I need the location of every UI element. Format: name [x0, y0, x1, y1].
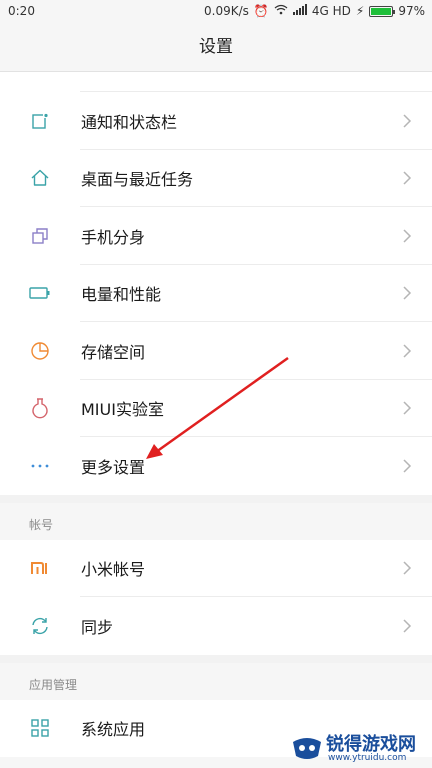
setting-battery-performance[interactable]: 电量和性能 [0, 264, 432, 322]
setting-storage[interactable]: 存储空间 [0, 322, 432, 380]
chevron-right-icon [403, 171, 412, 185]
setting-label: 桌面与最近任务 [81, 170, 194, 190]
list-item-partial[interactable] [0, 72, 432, 92]
setting-second-space[interactable]: 手机分身 [0, 207, 432, 265]
page-title: 设置 [199, 37, 233, 57]
chevron-right-icon [403, 619, 412, 633]
setting-label: 系统应用 [81, 720, 146, 740]
status-right: 0.09K/s ⏰ 4G HD ⚡ 97% [204, 4, 425, 18]
setting-miui-lab[interactable]: MIUI实验室 [0, 379, 432, 437]
clone-icon [24, 220, 56, 252]
section-gap [0, 654, 432, 663]
setting-label: 更多设置 [81, 457, 146, 477]
storage-pie-icon [24, 335, 56, 367]
chevron-right-icon [403, 229, 412, 243]
chevron-right-icon [403, 286, 412, 300]
battery-percent: 97% [398, 4, 425, 18]
section-header-account: 帐号 [0, 502, 432, 540]
setting-sync[interactable]: 同步 [0, 597, 432, 655]
section-gap [0, 494, 432, 503]
settings-list: 通知和状态栏 桌面与最近任务 手机分身 电量和性能 存储空间 MIUI实验室 更… [0, 72, 432, 757]
network-type: 4G HD [311, 4, 351, 18]
grid-apps-icon [24, 712, 56, 744]
setting-label: 存储空间 [81, 342, 146, 362]
title-bar: 设置 [0, 24, 432, 72]
chevron-right-icon [403, 114, 412, 128]
section-header-apps: 应用管理 [0, 662, 432, 700]
home-icon [24, 162, 56, 194]
signal-icon [292, 4, 307, 18]
alarm-icon: ⏰ [253, 4, 269, 18]
setting-notifications[interactable]: 通知和状态栏 [0, 92, 432, 150]
status-time: 0:20 [8, 4, 35, 18]
account-group: 小米帐号 同步 [0, 539, 432, 655]
setting-label: 电量和性能 [81, 285, 162, 305]
charging-icon: ⚡ [355, 4, 365, 18]
section-title: 应用管理 [29, 677, 78, 692]
section-title: 帐号 [29, 517, 54, 532]
watermark-logo-icon [293, 738, 321, 759]
status-bar: 0:20 0.09K/s ⏰ 4G HD ⚡ 97% [0, 0, 432, 24]
chevron-right-icon [403, 401, 412, 415]
settings-group: 通知和状态栏 桌面与最近任务 手机分身 电量和性能 存储空间 MIUI实验室 更… [0, 72, 432, 495]
setting-label: 同步 [81, 617, 114, 637]
wifi-icon [274, 4, 288, 18]
battery-icon [369, 5, 396, 17]
sync-icon [24, 610, 56, 642]
lab-flask-icon [24, 392, 56, 424]
battery-icon [24, 277, 56, 309]
watermark-url: www.ytruidu.com [328, 753, 407, 763]
chevron-right-icon [403, 344, 412, 358]
setting-label: 通知和状态栏 [81, 112, 178, 132]
chevron-right-icon [403, 459, 412, 473]
setting-mi-account[interactable]: 小米帐号 [0, 539, 432, 597]
mi-logo-icon [24, 552, 56, 584]
more-dots-icon [24, 450, 56, 482]
notification-icon [24, 105, 56, 137]
network-speed: 0.09K/s [204, 4, 249, 18]
setting-label: 小米帐号 [81, 560, 146, 580]
setting-home-recents[interactable]: 桌面与最近任务 [0, 149, 432, 207]
setting-label: MIUI实验室 [81, 400, 164, 420]
setting-more-settings[interactable]: 更多设置 [0, 437, 432, 495]
chevron-right-icon [403, 561, 412, 575]
watermark: 锐得游戏网 www.ytruidu.com [288, 728, 428, 768]
setting-label: 手机分身 [81, 227, 146, 247]
